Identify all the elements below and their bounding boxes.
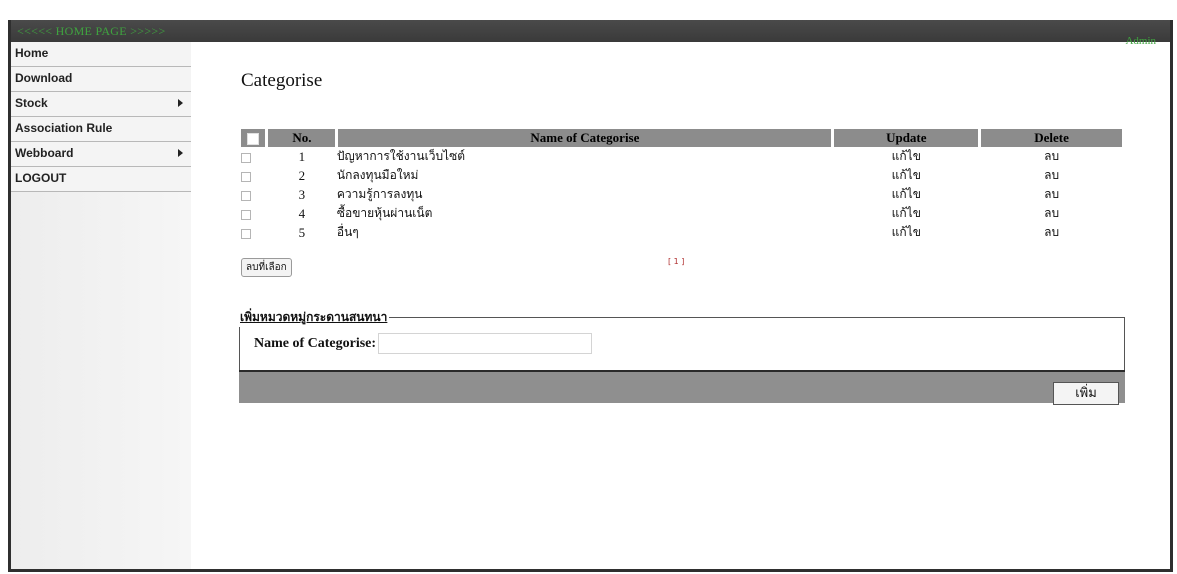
categories-table: No. Name of Categorise Update Delete 1 ป…	[241, 129, 1125, 242]
delete-link[interactable]: ลบ	[980, 204, 1124, 223]
sidebar-item-home[interactable]: Home	[11, 42, 191, 67]
sidebar-item-stock[interactable]: Stock	[11, 92, 191, 117]
category-name-label: Name of Categorise:	[254, 335, 377, 351]
column-header-update: Update	[832, 129, 982, 147]
row-number: 1	[298, 148, 306, 164]
form-footer-bar: เพิ่ม	[239, 370, 1125, 405]
add-button[interactable]: เพิ่ม	[1053, 382, 1119, 405]
table-row: 1 ปัญหาการใช้งานเว็บไซต์ แก้ไข ลบ	[241, 147, 1124, 166]
category-name-input[interactable]	[378, 333, 593, 354]
page-title: Categorise	[241, 70, 323, 91]
column-header-no: No.	[266, 129, 339, 147]
sidebar-item-label: Download	[15, 71, 73, 85]
edit-link[interactable]: แก้ไข	[833, 204, 980, 223]
edit-link[interactable]: แก้ไข	[833, 147, 980, 166]
select-all-checkbox[interactable]	[247, 133, 260, 146]
chevron-right-icon	[178, 99, 183, 107]
home-page-link[interactable]: <<<<< HOME PAGE >>>>>	[17, 24, 166, 39]
pagination[interactable]: [ 1 ]	[668, 257, 684, 266]
sidebar-item-label: Home	[15, 46, 49, 60]
top-bar: <<<<< HOME PAGE >>>>> Admin	[11, 20, 1170, 47]
delete-link[interactable]: ลบ	[980, 223, 1124, 242]
edit-link[interactable]: แก้ไข	[833, 166, 980, 185]
delete-selected-button[interactable]: ลบที่เลือก	[241, 258, 292, 277]
edit-link[interactable]: แก้ไข	[833, 185, 980, 204]
category-name: อื่นๆ	[336, 225, 359, 239]
delete-link[interactable]: ลบ	[980, 147, 1124, 166]
category-name: ความรู้การลงทุน	[336, 187, 423, 201]
column-header-name: Name of Categorise	[336, 129, 835, 147]
category-name: ปัญหาการใช้งานเว็บไซต์	[336, 149, 466, 163]
table-row: 2 นักลงทุนมือใหม่ แก้ไข ลบ	[241, 166, 1124, 185]
category-name: นักลงทุนมือใหม่	[336, 168, 419, 182]
sidebar-item-download[interactable]: Download	[11, 67, 191, 92]
row-number: 2	[298, 167, 306, 183]
sidebar-item-webboard[interactable]: Webboard	[11, 142, 191, 167]
edit-link[interactable]: แก้ไข	[833, 223, 980, 242]
row-number: 4	[298, 205, 306, 221]
sidebar-item-association-rule[interactable]: Association Rule	[11, 117, 191, 142]
row-checkbox[interactable]	[241, 171, 251, 182]
row-checkbox[interactable]	[241, 152, 251, 163]
row-checkbox[interactable]	[241, 228, 251, 239]
row-checkbox[interactable]	[241, 190, 251, 201]
category-name: ซื้อขายหุ้นผ่านเน็ต	[336, 206, 433, 220]
sidebar-item-logout[interactable]: LOGOUT	[11, 167, 191, 192]
sidebar: Home Download Stock Association Rule Web…	[11, 42, 191, 569]
main-content: Categorise No. Name of Categorise Update…	[191, 42, 1170, 569]
table-row: 5 อื่นๆ แก้ไข ลบ	[241, 223, 1124, 242]
table-row: 4 ซื้อขายหุ้นผ่านเน็ต แก้ไข ลบ	[241, 204, 1124, 223]
sidebar-item-label: Association Rule	[15, 121, 113, 135]
table-row: 3 ความรู้การลงทุน แก้ไข ลบ	[241, 185, 1124, 204]
sidebar-item-label: Stock	[15, 96, 48, 110]
select-all-header	[241, 129, 269, 147]
delete-link[interactable]: ลบ	[980, 185, 1124, 204]
row-number: 5	[298, 224, 306, 240]
column-header-delete: Delete	[979, 129, 1125, 147]
sidebar-item-label: Webboard	[15, 146, 74, 160]
sidebar-item-label: LOGOUT	[15, 171, 67, 185]
chevron-right-icon	[178, 149, 183, 157]
add-category-legend: เพิ่มหมวดหมู่กระดานสนทนา	[240, 310, 388, 324]
delete-link[interactable]: ลบ	[980, 166, 1124, 185]
app-window: <<<<< HOME PAGE >>>>> Admin Home Downloa…	[8, 20, 1173, 572]
table-header-row: No. Name of Categorise Update Delete	[241, 129, 1125, 147]
row-checkbox[interactable]	[241, 209, 251, 220]
row-number: 3	[298, 186, 306, 202]
add-category-form: เพิ่มหมวดหมู่กระดานสนทนา Name of Categor…	[239, 308, 1125, 370]
